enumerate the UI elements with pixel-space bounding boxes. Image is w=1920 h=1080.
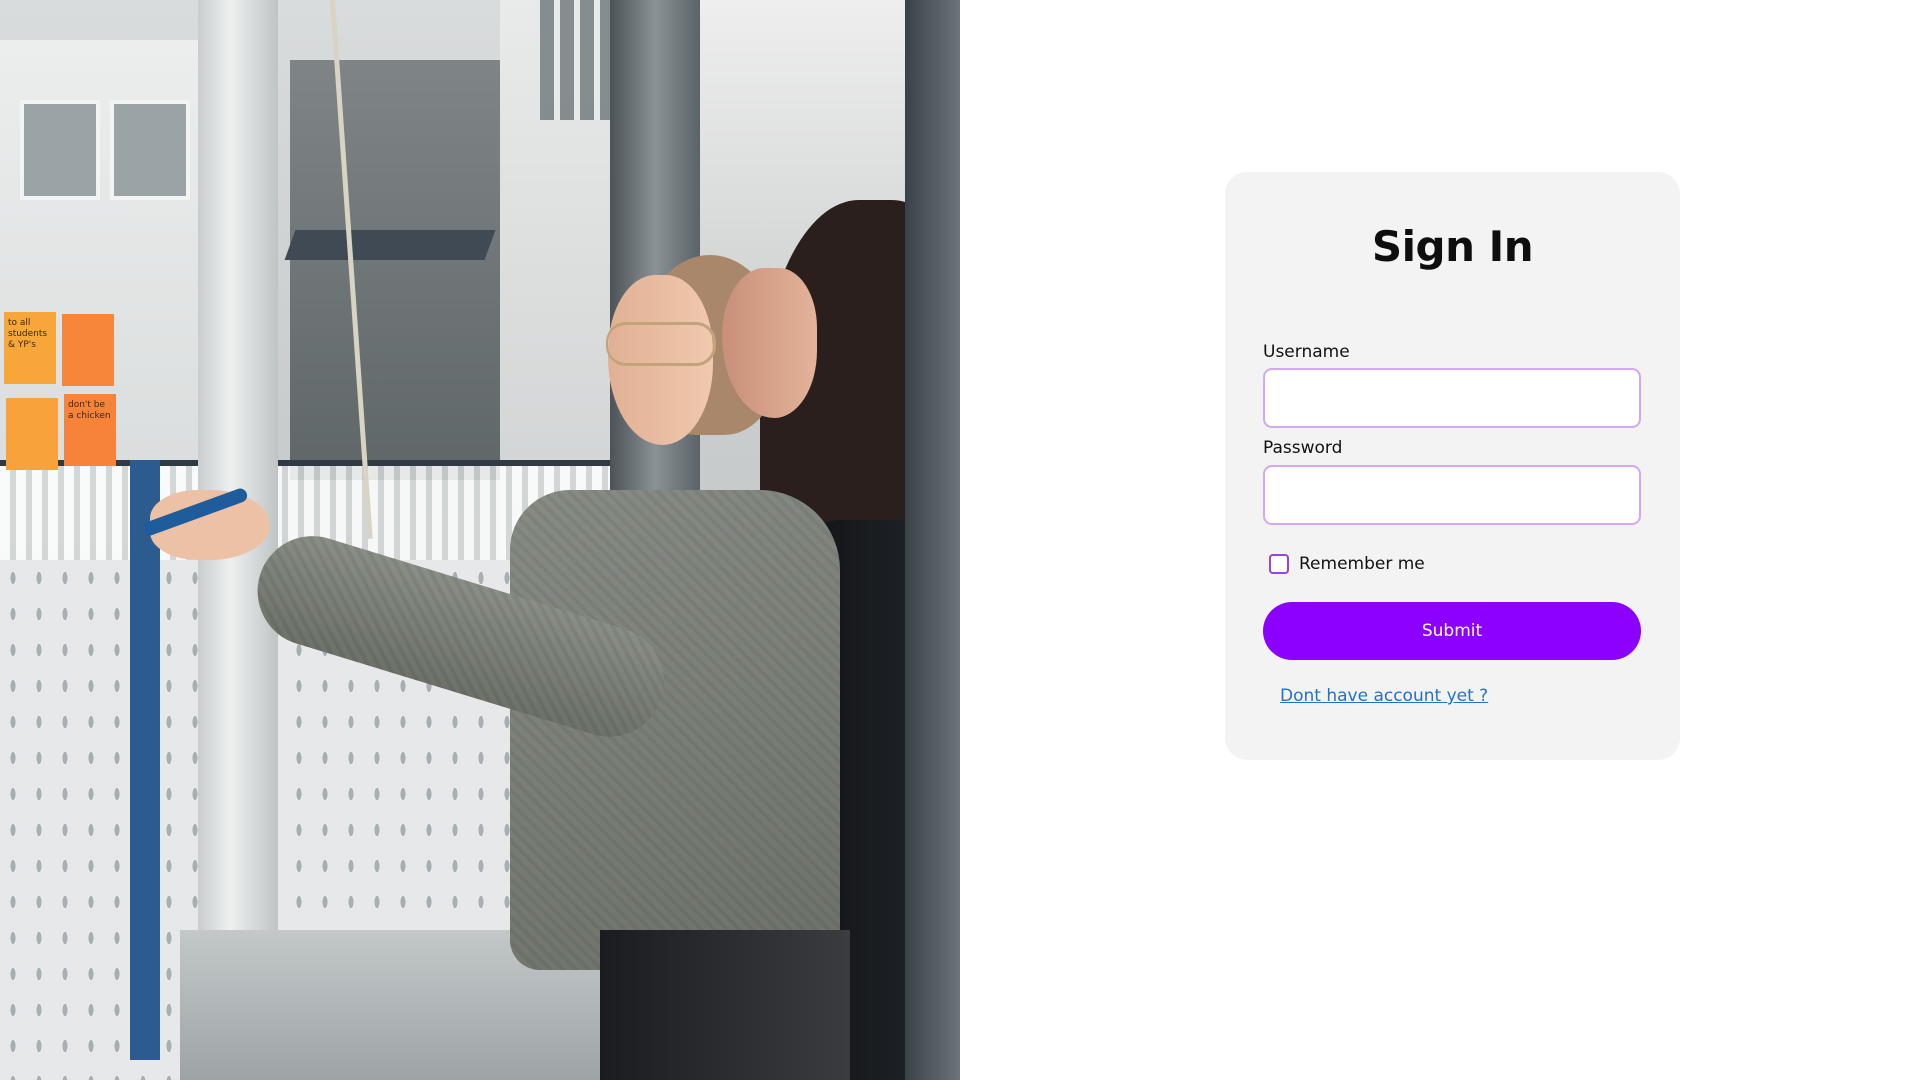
hero-photo: to all students & YP's don't be a chicke… — [0, 0, 960, 1080]
window-frame — [905, 0, 960, 1080]
sticky-note: don't be a chicken — [64, 394, 116, 466]
sign-in-card: Sign In Username Password Remember me Su… — [1225, 172, 1680, 760]
username-input[interactable] — [1263, 368, 1641, 428]
building — [290, 60, 530, 480]
awning — [284, 230, 496, 260]
balcony-post — [130, 460, 160, 1060]
person-sweater — [510, 490, 840, 970]
sticky-note — [62, 314, 114, 386]
glasses — [606, 322, 716, 366]
password-label: Password — [1263, 438, 1343, 458]
sticky-note — [6, 398, 58, 470]
remember-me-checkbox[interactable] — [1269, 554, 1289, 574]
remember-me-toggle[interactable]: Remember me — [1269, 553, 1425, 575]
sticky-note: to all students & YP's — [4, 312, 56, 384]
page-title: Sign In — [1371, 222, 1534, 271]
remember-me-label: Remember me — [1299, 554, 1425, 574]
sign-in-page: to all students & YP's don't be a chicke… — [0, 0, 1920, 1080]
signup-link[interactable]: Dont have account yet ? — [1280, 686, 1488, 706]
person-skirt — [600, 930, 850, 1080]
password-input[interactable] — [1263, 465, 1641, 525]
submit-button[interactable]: Submit — [1263, 602, 1641, 660]
username-label: Username — [1263, 342, 1350, 362]
